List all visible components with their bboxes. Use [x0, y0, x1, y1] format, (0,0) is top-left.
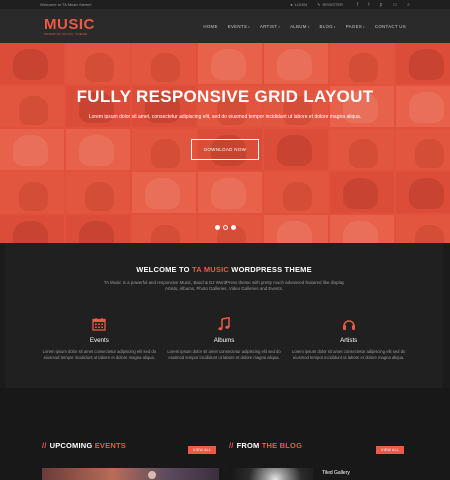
register-link[interactable]: ✎ REGISTER	[317, 2, 343, 7]
pencil-icon: ✎	[317, 2, 321, 7]
slider-dot[interactable]	[230, 225, 236, 230]
nav-item-album[interactable]: ALBUM▾	[290, 24, 309, 29]
main-nav: HOME EVENTS▾ ARTIST▾ ALBUM▾ BLOG▾ PAGES▾…	[203, 24, 406, 29]
section-title-text: FROM	[236, 441, 262, 450]
section-slash: //	[42, 441, 47, 450]
nav-label: ALBUM	[290, 24, 307, 29]
twitter-icon[interactable]: t	[368, 2, 369, 8]
register-label: REGISTER	[322, 2, 343, 7]
site-header: MUSIC PREMIUM MUSIC THEME HOME EVENTS▾ A…	[0, 10, 450, 43]
section-title-accent: EVENTS	[94, 441, 126, 450]
feature-text: Lorem ipsum dolor sit amet consectetur a…	[42, 349, 156, 360]
event-image[interactable]	[42, 468, 219, 480]
feature-text: Lorem ipsum dolor sit amet consectetur a…	[291, 349, 406, 360]
welcome-title-suffix: WORDPRESS THEME	[229, 265, 312, 274]
logo-tagline: PREMIUM MUSIC THEME	[44, 31, 88, 36]
hero-subtitle: Lorem ipsum dolor sit amet, consectetur …	[88, 114, 362, 120]
feature-title: Artists	[340, 337, 358, 344]
section-title: //UPCOMING EVENTS	[42, 441, 126, 450]
events-view-all-button[interactable]: VIEW ALL	[188, 446, 216, 454]
feature-title: Albums	[213, 337, 235, 344]
section-slash: //	[229, 441, 234, 450]
pinterest-icon[interactable]: p	[380, 2, 383, 8]
nav-label: PAGES	[345, 24, 363, 29]
welcome-section: WELCOME TO TA MUSIC WORDPRESS THEME TA M…	[5, 243, 443, 388]
blog-view-all-button[interactable]: VIEW ALL	[376, 446, 404, 454]
download-button[interactable]: DOWNLOAD NOW	[190, 139, 260, 160]
nav-item-artist[interactable]: ARTIST▾	[260, 24, 280, 29]
section-title-text: UPCOMING	[49, 441, 95, 450]
section-title-accent: THE BLOG	[261, 441, 303, 450]
feature-events: Events Lorem ipsum dolor sit amet consec…	[37, 317, 162, 361]
top-bar: Welcome to TA Music theme! ● LOGIN ✎ REG…	[0, 0, 450, 10]
bottom-section: //UPCOMING EVENTS VIEW ALL //FROM THE BL…	[0, 388, 450, 480]
login-link[interactable]: ● LOGIN	[290, 2, 307, 7]
upcoming-events-heading: //UPCOMING EVENTS	[42, 441, 126, 450]
nav-label: BLOG	[319, 24, 333, 29]
account-links: ● LOGIN ✎ REGISTER	[290, 2, 343, 7]
blog-heading: //FROM THE BLOG	[229, 441, 302, 450]
nav-item-events[interactable]: EVENTS▾	[228, 24, 250, 29]
nav-label: HOME	[203, 24, 218, 29]
welcome-description: TA Music is a powerful and responsive Mu…	[103, 280, 345, 291]
logo-title: MUSIC	[44, 15, 95, 33]
slider-dot[interactable]	[214, 225, 220, 230]
search-icon[interactable]: ⌕	[407, 2, 410, 8]
music-note-icon	[162, 317, 287, 331]
hero-content: FULLY RESPONSIVE GRID LAYOUT Lorem ipsum…	[0, 87, 450, 160]
nav-item-home[interactable]: HOME	[203, 24, 217, 29]
feature-artists: Artists Lorem ipsum dolor sit amet conse…	[286, 317, 411, 361]
features: Events Lorem ipsum dolor sit amet consec…	[5, 317, 443, 361]
chevron-down-icon: ▾	[248, 25, 250, 29]
chevron-down-icon: ▾	[278, 25, 281, 29]
cart-icon[interactable]: ▭	[392, 2, 397, 8]
nav-label: CONTACT US	[374, 24, 406, 29]
blog-post-image[interactable]	[229, 468, 313, 480]
login-label: LOGIN	[294, 2, 308, 7]
chevron-down-icon: ▾	[333, 25, 336, 29]
facebook-icon[interactable]: f	[357, 2, 358, 8]
page: Welcome to TA Music theme! ● LOGIN ✎ REG…	[0, 0, 450, 480]
nav-label: EVENTS	[227, 24, 248, 29]
blog-post-title[interactable]: Tiled Gallery	[322, 470, 350, 476]
chevron-down-icon: ▾	[307, 25, 310, 29]
nav-item-pages[interactable]: PAGES▾	[346, 24, 365, 29]
nav-item-blog[interactable]: BLOG▾	[320, 24, 336, 29]
feature-text: Lorem ipsum dolor sit amet consectetur a…	[167, 349, 281, 360]
nav-label: ARTIST	[259, 24, 278, 29]
welcome-title-accent: TA MUSIC	[192, 265, 230, 274]
user-icon: ●	[290, 2, 293, 7]
section-title: //FROM THE BLOG	[229, 441, 302, 450]
slider-dots	[0, 225, 450, 230]
logo[interactable]: MUSIC PREMIUM MUSIC THEME	[44, 15, 203, 36]
headphones-icon	[286, 317, 411, 331]
nav-item-contact[interactable]: CONTACT US	[375, 24, 406, 29]
hero-title: FULLY RESPONSIVE GRID LAYOUT	[76, 87, 374, 106]
calendar-icon	[37, 317, 162, 331]
chevron-down-icon: ▾	[363, 25, 365, 29]
social-icons: f t p ▭ ⌕	[357, 2, 410, 8]
slider-dot-active[interactable]	[222, 225, 228, 230]
welcome-title-prefix: WELCOME TO	[136, 265, 192, 274]
feature-title: Events	[89, 337, 109, 344]
feature-albums: Albums Lorem ipsum dolor sit amet consec…	[162, 317, 287, 361]
hero-slider: FULLY RESPONSIVE GRID LAYOUT Lorem ipsum…	[0, 43, 450, 243]
welcome-title: WELCOME TO TA MUSIC WORDPRESS THEME	[5, 265, 443, 274]
welcome-message: Welcome to TA Music theme!	[40, 2, 92, 7]
